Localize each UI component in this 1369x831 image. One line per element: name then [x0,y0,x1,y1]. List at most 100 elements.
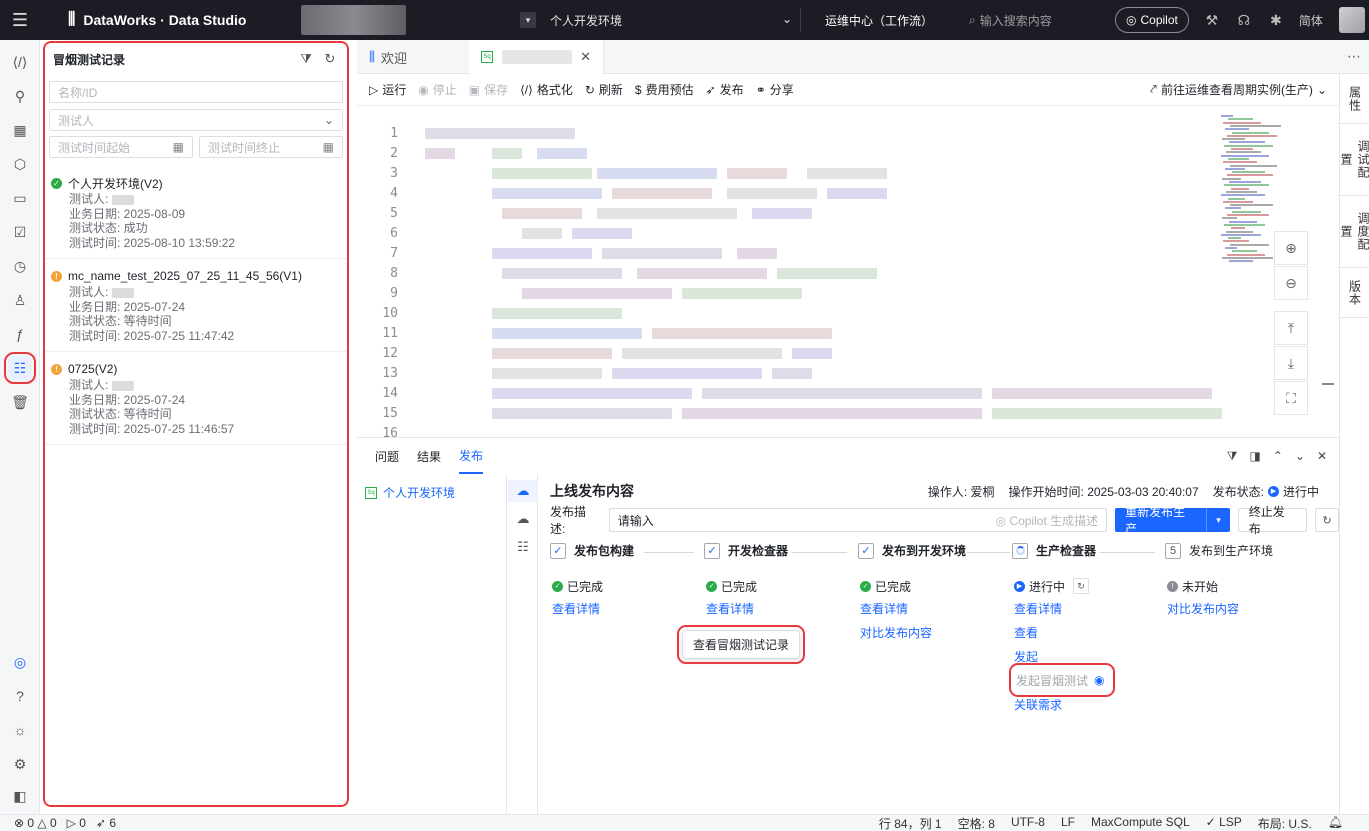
start-link[interactable]: 发起 [1014,644,1110,668]
start-smoke-test-button[interactable]: 发起冒烟测试 ◉ [1009,663,1115,697]
bell-icon[interactable]: 🔔︎ [1328,815,1343,831]
global-search[interactable]: ⌕ 输入搜索内容 [969,12,1109,29]
settings-icon[interactable]: ⚙ [8,752,32,776]
view-detail-link[interactable]: 查看详情 [706,596,757,620]
chevron-down-icon[interactable]: ▾ [520,12,536,28]
link-requirement[interactable]: 关联需求 [1014,692,1110,716]
tab-publish[interactable]: 发布 [459,438,484,474]
function-icon[interactable]: ƒ [8,322,32,346]
list-item[interactable]: ! 0725(V2) 测试人: 业务日期: 2025-07-24 测试状态: 等待时间… [45,352,347,445]
more-icon[interactable]: ⋯ [1339,40,1369,73]
scroll-bottom-icon[interactable]: ⤓ [1274,346,1308,380]
desc-input[interactable]: 请输入 ◎ Copilot 生成描述 [608,508,1108,532]
folder-icon[interactable]: ▭ [8,186,32,210]
compare-publish-link[interactable]: 对比发布内容 [1167,596,1239,620]
copilot-generate-button[interactable]: ◎ Copilot 生成描述 [996,512,1099,529]
env-item[interactable]: Sq 个人开发环境 [357,474,506,511]
bug-icon[interactable]: ✱ [1267,12,1285,29]
user-icon[interactable]: ♙ [8,288,32,312]
refresh-button[interactable]: ↻ 刷新 [585,81,623,98]
code-editor[interactable]: 1 2 3 4 5 6 7 8 9 10 11 12 13 14 15 16 ⊕ ⊖ ⤒ ⤓ ⛶ [357,107,1339,437]
list-icon[interactable]: ☷ [508,536,538,558]
sidebar-toggle-icon[interactable]: ◧ [8,784,32,808]
cloud-download-icon[interactable]: ☁ [508,508,538,530]
search-data-icon[interactable]: ⚲ [8,84,32,108]
view-detail-link[interactable]: 查看详情 [1014,596,1110,620]
eye-icon[interactable]: ◉ [1094,673,1104,687]
publish-button[interactable]: ➶ 发布 [706,81,744,98]
list-item[interactable]: ! mc_name_test_2025_07_25_11_45_56(V1) 测试人… [45,259,347,352]
workspace-selector[interactable] [301,5,406,35]
goto-ops-button[interactable]: ⤤ 前往运维查看周期实例(生产) ⌄ [1150,81,1327,98]
indent-spaces[interactable]: 空格: 8 [958,815,995,831]
table-icon[interactable]: ▦ [8,118,32,142]
tester-select[interactable]: 测试人 ⌄ [49,109,343,131]
filter-clear-icon[interactable]: ⧩ [297,50,315,68]
tab-results[interactable]: 结果 [417,438,441,474]
minimap[interactable] [1221,115,1281,265]
theme-icon[interactable]: ☼ [8,718,32,742]
menu-icon[interactable]: ☰ [0,0,40,40]
name-id-input[interactable]: 名称/ID [49,81,343,103]
tab-welcome[interactable]: ⫼ 欢迎 [357,40,469,74]
close-icon[interactable]: ✕ [580,49,591,65]
tab-debug-config[interactable]: 调试配置 [1339,124,1369,196]
encoding[interactable]: UTF-8 [1011,815,1045,831]
tab-sql-file[interactable]: Sq ✕ [469,40,604,74]
refresh-icon[interactable]: ↻ [321,50,339,68]
eol[interactable]: LF [1061,815,1075,831]
stop-publish-button[interactable]: 终止发布 [1237,505,1308,536]
run-button[interactable]: ▷ 运行 [369,81,406,98]
view-detail-link[interactable]: 查看详情 [552,596,603,620]
clock-icon[interactable]: ◷ [8,254,32,278]
view-detail-link[interactable]: 查看详情 [860,596,932,620]
language-mode[interactable]: MaxCompute SQL [1091,815,1190,831]
start-date-input[interactable]: 测试时间起始 ▦ [49,136,193,158]
refresh-icon[interactable]: ↻ [1073,578,1090,594]
language-switch[interactable]: 简体 [1299,12,1323,29]
scroll-top-icon[interactable]: ⤒ [1274,311,1308,345]
errors-item[interactable]: ⊗ 0 △ 0 [14,816,57,830]
cursor-position[interactable]: 行 84，列 1 [879,815,942,831]
sends-item[interactable]: ➶ 6 [96,816,116,830]
list-item[interactable]: ✓ 个人开发环境(V2) 测试人: 业务日期: 2025-08-09 测试状态: 成功… [45,166,347,259]
avatar[interactable] [1338,7,1365,33]
checklist-icon[interactable]: ☑ [8,220,32,244]
tab-properties[interactable]: 属性 [1340,74,1369,124]
cloud-upload-icon[interactable]: ☁ [508,480,538,502]
refresh-icon[interactable]: ↻ [1315,508,1339,532]
chevron-up-icon[interactable]: ⌃ [1273,449,1283,464]
help-icon[interactable]: ? [8,684,32,708]
save-button[interactable]: ▣ 保存 [469,81,508,98]
cost-estimate-button[interactable]: $ 费用预估 [635,81,694,98]
tab-problems[interactable]: 问题 [375,438,399,474]
cube-icon[interactable]: ⬡ [8,152,32,176]
share-button[interactable]: ⚭ 分享 [756,81,794,98]
ops-center-link[interactable]: 运维中心（工作流） [825,12,943,29]
keyboard-layout[interactable]: 布局: U.S. [1258,815,1312,831]
format-button[interactable]: ⟨/⟩ 格式化 [520,81,573,98]
zoom-out-icon[interactable]: ⊖ [1274,266,1308,300]
stop-button[interactable]: ◉ 停止 [418,81,457,98]
split-icon[interactable]: ◨ [1249,449,1260,464]
copilot-icon[interactable]: ◎ [8,650,32,674]
fit-screen-icon[interactable]: ⛶ [1274,381,1308,415]
close-icon[interactable]: ✕ [1317,449,1327,464]
headset-icon[interactable]: ☊ [1235,12,1253,29]
wrench-icon[interactable]: ⚒ [1203,12,1221,29]
trash-icon[interactable]: 🗑 [8,390,32,414]
smoke-test-record-icon[interactable]: ☷ [4,352,36,384]
compare-publish-link[interactable]: 对比发布内容 [860,620,932,644]
end-date-input[interactable]: 测试时间终止 ▦ [199,136,343,158]
republish-button[interactable]: 重新发布生产 ▾ [1115,505,1230,536]
brand[interactable]: ⫼ DataWorks · Data Studio [68,11,298,29]
tab-schedule-config[interactable]: 调度配置 [1339,196,1369,268]
view-smoke-record-tooltip[interactable]: 查看冒烟测试记录 [676,625,806,664]
zoom-in-icon[interactable]: ⊕ [1274,231,1308,265]
lsp-status[interactable]: ✓ LSP [1206,815,1242,831]
tab-version[interactable]: 版本 [1340,268,1369,318]
code-icon[interactable]: ⟨/⟩ [8,50,32,74]
scrollbar[interactable] [1322,383,1334,385]
filter-icon[interactable]: ⧩ [1227,449,1238,464]
copilot-button[interactable]: ◎ Copilot [1115,7,1189,33]
